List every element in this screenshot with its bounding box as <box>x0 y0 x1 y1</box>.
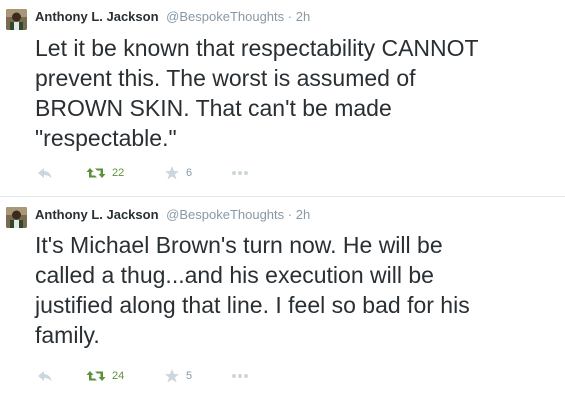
avatar-image <box>6 9 27 30</box>
more-button[interactable] <box>231 368 249 384</box>
retweet-button[interactable]: 24 <box>86 368 124 384</box>
tweet-timestamp[interactable]: 2h <box>296 207 310 222</box>
favorite-count: 5 <box>186 370 193 382</box>
more-button[interactable] <box>231 165 249 181</box>
author-handle[interactable]: @BespokeThoughts <box>166 9 284 24</box>
tweet-text-line: It's Michael Brown's turn now. He will b… <box>35 232 443 258</box>
retweet-button[interactable]: 22 <box>86 165 124 181</box>
star-icon <box>165 369 179 383</box>
tweet-text-line: prevent this. The worst is assumed of <box>35 65 416 91</box>
tweet-header: Anthony L. Jackson @BespokeThoughts · 2h <box>35 205 310 225</box>
tweet-text-line: "respectable." <box>35 125 177 151</box>
tweet-text-line: justified along that line. I feel so bad… <box>35 292 470 318</box>
favorite-count: 6 <box>186 167 193 179</box>
avatar[interactable] <box>6 207 27 228</box>
tweet-header: Anthony L. Jackson @BespokeThoughts · 2h <box>35 7 310 27</box>
tweet-timestamp[interactable]: 2h <box>296 9 310 24</box>
tweet-text: It's Michael Brown's turn now. He will b… <box>35 230 560 350</box>
author-name[interactable]: Anthony L. Jackson <box>35 207 159 222</box>
more-icon <box>232 374 248 378</box>
tweet-actions: 22 6 <box>37 165 297 181</box>
tweet[interactable]: Anthony L. Jackson @BespokeThoughts · 2h… <box>0 0 565 196</box>
retweet-count: 22 <box>112 167 125 179</box>
tweet-text-line: family. <box>35 322 100 348</box>
tweet-text-line: BROWN SKIN. That can't be made <box>35 95 392 121</box>
more-icon <box>232 171 248 175</box>
favorite-button[interactable]: 6 <box>164 165 192 181</box>
retweet-icon <box>86 168 106 178</box>
avatar-image <box>6 207 27 228</box>
tweet-divider <box>0 196 565 197</box>
header-separator: · <box>287 207 293 222</box>
retweet-icon <box>86 371 106 381</box>
star-icon <box>165 166 179 180</box>
avatar[interactable] <box>6 9 27 30</box>
reply-button[interactable] <box>37 368 53 384</box>
tweet-text: Let it be known that respectability CANN… <box>35 33 560 153</box>
tweet-feed: Anthony L. Jackson @BespokeThoughts · 2h… <box>0 0 565 401</box>
favorite-button[interactable]: 5 <box>164 368 192 384</box>
header-separator: · <box>287 9 293 24</box>
author-handle[interactable]: @BespokeThoughts <box>166 207 284 222</box>
reply-icon <box>38 371 52 382</box>
tweet-actions: 24 5 <box>37 368 297 384</box>
retweet-count: 24 <box>112 370 125 382</box>
reply-button[interactable] <box>37 165 53 181</box>
reply-icon <box>38 168 52 179</box>
tweet-text-line: Let it be known that respectability CANN… <box>35 35 479 61</box>
tweet[interactable]: Anthony L. Jackson @BespokeThoughts · 2h… <box>0 198 565 401</box>
author-name[interactable]: Anthony L. Jackson <box>35 9 159 24</box>
tweet-text-line: called a thug...and his execution will b… <box>35 262 434 288</box>
